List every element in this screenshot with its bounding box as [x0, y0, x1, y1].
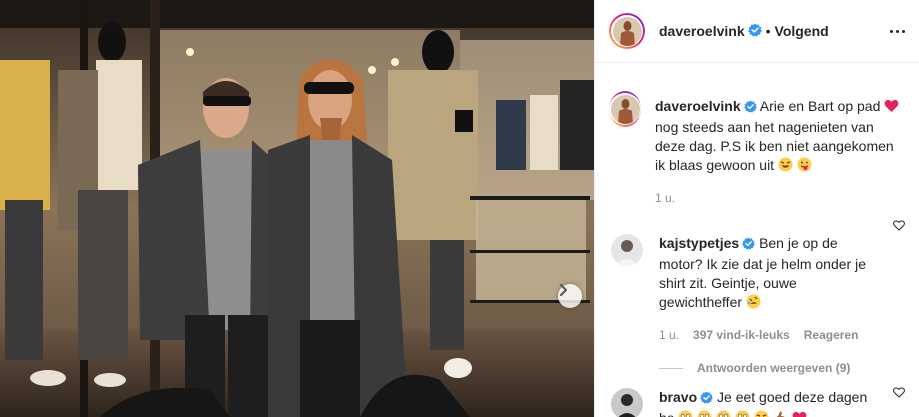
- flexed-biceps-icon: [773, 410, 788, 417]
- photo-illustration: [0, 0, 594, 417]
- flushed-emoji-icon: [678, 410, 693, 417]
- header-separator: •: [765, 23, 771, 39]
- caption-username[interactable]: daveroelvink: [655, 98, 741, 114]
- laughing-emoji-icon: [778, 157, 793, 177]
- red-heart-icon: [792, 411, 807, 417]
- red-heart-icon: [884, 99, 899, 118]
- comment-item: bravo Je eet goed deze dagen he: [609, 375, 905, 417]
- verified-badge-icon: [743, 99, 757, 118]
- view-replies-button[interactable]: Antwoorden weergeven (9): [659, 361, 905, 375]
- comment-username[interactable]: bravo: [659, 389, 697, 405]
- header-username[interactable]: daveroelvink: [659, 23, 745, 39]
- reply-button[interactable]: Reageren: [804, 326, 859, 345]
- post-photo[interactable]: [0, 0, 594, 417]
- caption-text-part2: nog steeds aan het nagenieten van deze d…: [655, 119, 894, 173]
- comment-avatar[interactable]: [611, 388, 643, 417]
- verified-badge-icon: [700, 390, 714, 409]
- profile-photo-icon: [610, 94, 640, 124]
- comment-avatar[interactable]: [611, 234, 643, 266]
- following-button[interactable]: Volgend: [775, 23, 829, 39]
- caption-time[interactable]: 1 u.: [655, 189, 675, 208]
- caption: daveroelvink Arie en Bart op pad nog ste…: [609, 63, 905, 208]
- heart-outline-icon[interactable]: [893, 385, 905, 401]
- flushed-emoji-icon: [697, 410, 712, 417]
- comment-item: kajstypetjes Ben je op de motor? Ik zie …: [609, 208, 905, 345]
- flushed-emoji-icon: [735, 410, 750, 417]
- replies-divider: [659, 367, 683, 369]
- comment-username[interactable]: kajstypetjes: [659, 235, 739, 251]
- heart-outline-icon[interactable]: [893, 218, 905, 234]
- tongue-wink-emoji-icon: [797, 157, 812, 177]
- comment-time[interactable]: 1 u.: [659, 326, 679, 345]
- laughing-emoji-icon: [754, 410, 769, 417]
- profile-photo-icon: [612, 16, 642, 46]
- caption-avatar[interactable]: [609, 91, 641, 127]
- view-replies-label: Antwoorden weergeven (9): [697, 361, 851, 375]
- comments-section: daveroelvink Arie en Bart op pad nog ste…: [595, 63, 919, 417]
- verified-badge-icon: [747, 23, 762, 40]
- instagram-post: daveroelvink • Volgend daveroelvink Arie…: [0, 0, 919, 417]
- next-photo-button[interactable]: [558, 284, 582, 308]
- profile-photo-icon: [611, 234, 643, 266]
- post-sidebar: daveroelvink • Volgend daveroelvink Arie…: [594, 0, 919, 417]
- flushed-emoji-icon: [716, 410, 731, 417]
- post-header: daveroelvink • Volgend: [595, 0, 919, 63]
- more-options-icon[interactable]: [890, 29, 905, 33]
- caption-text-part1: Arie en Bart op pad: [759, 98, 881, 114]
- profile-photo-icon: [611, 388, 643, 417]
- verified-badge-icon: [742, 236, 756, 255]
- chevron-right-icon: [560, 284, 567, 296]
- comment-likes-count[interactable]: 397 vind-ik-leuks: [693, 326, 790, 345]
- header-avatar[interactable]: [609, 13, 645, 49]
- rofl-emoji-icon: [746, 294, 761, 314]
